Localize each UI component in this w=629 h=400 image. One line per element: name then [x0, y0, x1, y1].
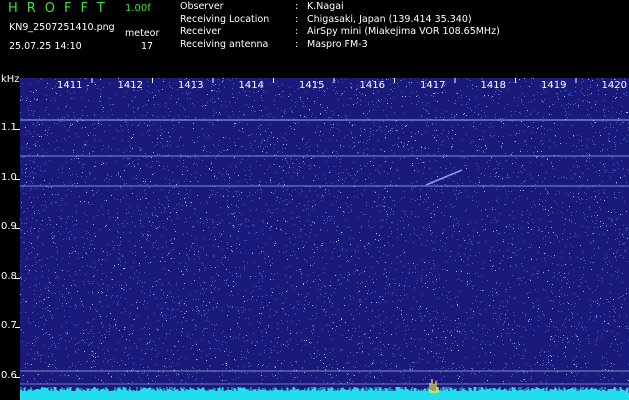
hrofft-window: HROFFT 1.00f KN9_2507251410.png meteor 2… — [0, 0, 629, 400]
info-colon: : — [295, 26, 299, 37]
x-tick-label: 1413 — [178, 80, 204, 91]
spectrogram-plot — [20, 78, 629, 400]
meteor-label: meteor — [125, 28, 160, 39]
header: HROFFT 1.00f KN9_2507251410.png meteor 2… — [0, 0, 629, 74]
y-tick-label: 0.6 — [1, 369, 17, 381]
info-colon: : — [295, 38, 299, 50]
info-value: Maspro FM-3 — [307, 38, 368, 50]
spectrogram-canvas — [20, 78, 629, 400]
x-tick-label: 1417 — [420, 80, 446, 91]
info-value: K.Nagai — [307, 1, 344, 12]
station-info: Observer : K.Nagai Receiving Location : … — [180, 1, 500, 51]
info-row-location: Receiving Location : Chigasaki, Japan (1… — [180, 14, 500, 27]
x-tick-label: 1415 — [299, 80, 325, 91]
info-row-receiver: Receiver : AirSpy mini (Miakejima VOR 10… — [180, 26, 500, 39]
plot-background — [20, 78, 629, 400]
info-row-antenna: Receiving antenna : Maspro FM-3 — [180, 39, 500, 52]
y-tick-mark — [15, 129, 20, 130]
y-tick-mark — [15, 277, 20, 279]
x-tick-label: 1411 — [57, 80, 83, 91]
x-tick-label: 1416 — [359, 80, 385, 91]
y-tick-label: 0.9 — [1, 221, 17, 232]
x-tick-label: 1418 — [480, 80, 506, 91]
app-version: 1.00f — [125, 3, 151, 14]
y-tick-label: 0.8 — [1, 270, 17, 282]
info-label: Observer — [180, 1, 224, 12]
meteor-count: 17 — [141, 41, 154, 52]
filename: KN9_2507251410.png — [9, 22, 115, 33]
info-colon: : — [295, 13, 299, 25]
unit-label: kHz — [1, 74, 20, 85]
baseline-strip — [20, 393, 629, 400]
info-label: Receiving Location — [180, 13, 270, 25]
info-colon: : — [295, 1, 299, 12]
y-tick-mark — [15, 376, 20, 378]
info-row-observer: Observer : K.Nagai — [180, 1, 500, 14]
y-tick-mark — [15, 327, 20, 328]
x-tick-label: 1420 — [601, 80, 627, 91]
info-label: Receiver — [180, 26, 222, 37]
y-tick-mark — [15, 178, 20, 180]
app-title: HROFFT — [8, 1, 114, 16]
datetime: 25.07.25 14:10 — [9, 41, 82, 52]
y-tick-label: 0.7 — [1, 320, 17, 331]
x-tick-label: 1412 — [117, 80, 143, 91]
info-value: Chigasaki, Japan (139.414 35.340) — [307, 13, 472, 25]
y-tick-label: 1.0 — [1, 171, 17, 183]
x-tick-label: 1414 — [238, 80, 264, 91]
info-value: AirSpy mini (Miakejima VOR 108.65MHz) — [307, 26, 500, 37]
y-tick-label: 1.1 — [1, 122, 17, 133]
y-tick-mark — [15, 228, 20, 229]
info-label: Receiving antenna — [180, 38, 269, 50]
x-tick-label: 1419 — [541, 80, 567, 91]
